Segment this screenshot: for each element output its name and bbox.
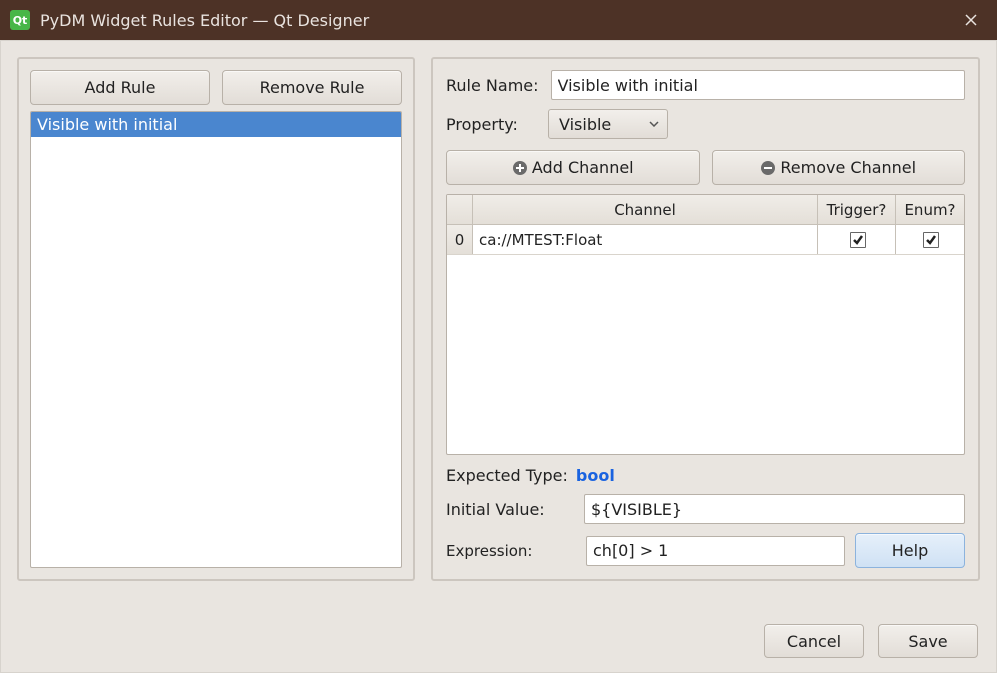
rule-name-input[interactable]: [551, 70, 965, 100]
rules-list[interactable]: Visible with initial: [30, 111, 402, 568]
expression-input[interactable]: [586, 536, 845, 566]
col-header-trigger[interactable]: Trigger?: [818, 195, 896, 224]
minus-circle-icon: [760, 160, 776, 176]
property-label: Property:: [446, 115, 536, 134]
add-rule-button[interactable]: Add Rule: [30, 70, 210, 105]
help-button[interactable]: Help: [855, 533, 965, 568]
cell-enum[interactable]: [896, 225, 964, 254]
app-icon: Qt: [10, 10, 30, 30]
remove-rule-button[interactable]: Remove Rule: [222, 70, 402, 105]
expression-label: Expression:: [446, 542, 576, 560]
row-header[interactable]: 0: [447, 225, 473, 254]
save-button[interactable]: Save: [878, 624, 978, 658]
remove-channel-label: Remove Channel: [780, 158, 916, 177]
window-body: Add Rule Remove Rule Visible with initia…: [0, 40, 997, 673]
rules-list-item[interactable]: Visible with initial: [31, 112, 401, 137]
trigger-checkbox[interactable]: [850, 232, 866, 248]
table-corner: [447, 195, 473, 224]
rules-list-group: Add Rule Remove Rule Visible with initia…: [17, 57, 415, 581]
property-combobox-value: Visible: [559, 115, 611, 134]
channels-table: Channel Trigger? Enum? 0 ca://MTEST:Floa…: [446, 194, 965, 455]
close-icon: [964, 13, 978, 27]
initial-value-label: Initial Value:: [446, 500, 576, 519]
titlebar: Qt PyDM Widget Rules Editor — Qt Designe…: [0, 0, 997, 40]
cell-channel[interactable]: ca://MTEST:Float: [473, 225, 818, 254]
col-header-enum[interactable]: Enum?: [896, 195, 964, 224]
property-combobox[interactable]: Visible: [548, 109, 668, 139]
window-title: PyDM Widget Rules Editor — Qt Designer: [40, 11, 959, 30]
initial-value-input[interactable]: [584, 494, 965, 524]
add-channel-label: Add Channel: [532, 158, 634, 177]
cell-trigger[interactable]: [818, 225, 896, 254]
remove-channel-button[interactable]: Remove Channel: [712, 150, 966, 185]
cancel-button[interactable]: Cancel: [764, 624, 864, 658]
rule-name-label: Rule Name:: [446, 76, 539, 95]
close-button[interactable]: [959, 8, 983, 32]
plus-circle-icon: [512, 160, 528, 176]
chevron-down-icon: [649, 121, 659, 127]
rule-details-group: Rule Name: Property: Visible Add Cha: [431, 57, 980, 581]
add-channel-button[interactable]: Add Channel: [446, 150, 700, 185]
col-header-channel[interactable]: Channel: [473, 195, 818, 224]
expected-type-label: Expected Type:: [446, 466, 568, 485]
enum-checkbox[interactable]: [923, 232, 939, 248]
expected-type-value: bool: [576, 466, 615, 485]
table-row: 0 ca://MTEST:Float: [447, 225, 964, 255]
